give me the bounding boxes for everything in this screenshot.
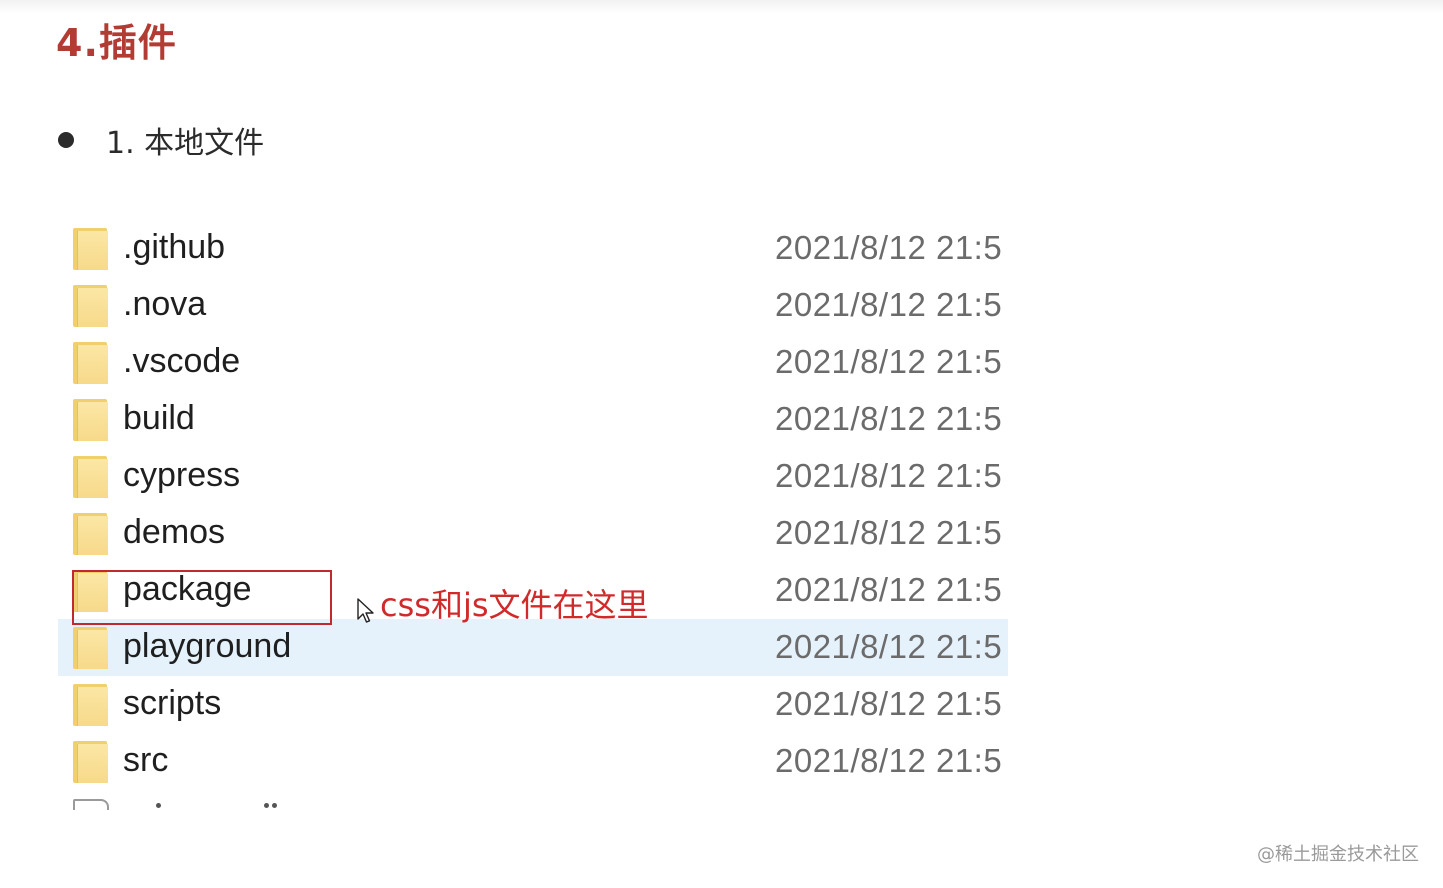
section-heading: 4.插件 [56, 21, 177, 65]
file-date: 2021/8/12 21:5 [775, 628, 1003, 665]
file-date: 2021/8/12 21:5 [775, 742, 1003, 779]
highlight-box [72, 570, 332, 625]
file-name: cypress [123, 456, 241, 494]
file-row[interactable]: demos 2021/8/12 21:5 [58, 505, 1008, 562]
file-row[interactable]: build 2021/8/12 21:5 [58, 391, 1008, 448]
file-date: 2021/8/12 21:5 [775, 685, 1003, 722]
file-name: demos [123, 513, 226, 551]
folder-icon [73, 627, 108, 669]
file-date: 2021/8/12 21:5 [775, 514, 1003, 551]
top-bar [0, 0, 1443, 14]
file-icon [73, 799, 109, 810]
bullet-icon [58, 132, 74, 148]
file-list: .github 2021/8/12 21:5 .nova 2021/8/12 2… [58, 220, 1008, 810]
file-row[interactable]: .nova 2021/8/12 21:5 [58, 277, 1008, 334]
file-row-partial[interactable] [58, 796, 1008, 810]
file-date: 2021/8/12 21:5 [775, 286, 1003, 323]
folder-icon [73, 684, 108, 726]
text-fragment [264, 803, 269, 808]
folder-icon [73, 513, 108, 555]
file-name: .vscode [123, 342, 241, 380]
folder-icon [73, 456, 108, 498]
file-date: 2021/8/12 21:5 [775, 400, 1003, 437]
file-date: 2021/8/12 21:5 [775, 229, 1003, 266]
file-row[interactable]: .vscode 2021/8/12 21:5 [58, 334, 1008, 391]
file-row[interactable]: scripts 2021/8/12 21:5 [58, 676, 1008, 733]
file-name: build [123, 399, 195, 437]
annotation-text: css和js文件在这里 [380, 586, 649, 624]
file-name: .github [123, 228, 226, 266]
file-date: 2021/8/12 21:5 [775, 457, 1003, 494]
file-name: scripts [123, 684, 222, 722]
file-row[interactable]: .github 2021/8/12 21:5 [58, 220, 1008, 277]
text-fragment [156, 803, 161, 808]
file-name: .nova [123, 285, 207, 323]
file-row[interactable]: cypress 2021/8/12 21:5 [58, 448, 1008, 505]
list-item-label: 1. 本地文件 [106, 126, 265, 161]
mouse-cursor-icon [357, 598, 374, 623]
folder-icon [73, 342, 108, 384]
folder-icon [73, 399, 108, 441]
folder-icon [73, 285, 108, 327]
file-date: 2021/8/12 21:5 [775, 343, 1003, 380]
folder-icon [73, 228, 108, 270]
file-name: src [123, 741, 169, 779]
file-row-selected[interactable]: playground 2021/8/12 21:5 [58, 619, 1008, 676]
folder-icon [73, 741, 108, 783]
watermark: @稀土掘金技术社区 [1257, 844, 1419, 865]
file-date: 2021/8/12 21:5 [775, 571, 1003, 608]
list-item: 1. 本地文件 [58, 118, 264, 162]
file-name: playground [123, 627, 292, 665]
text-fragment [272, 803, 277, 808]
file-row[interactable]: src 2021/8/12 21:5 [58, 733, 1008, 790]
